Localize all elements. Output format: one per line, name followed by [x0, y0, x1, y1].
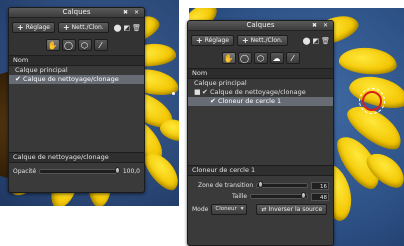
opacity-knob[interactable]	[114, 167, 120, 174]
plus-icon: +	[17, 22, 24, 32]
footer-title: Cloneur de cercle 1	[188, 165, 333, 176]
adjust-label: Réglage	[25, 24, 50, 31]
layer-label: Calque principal	[194, 79, 247, 87]
layer-toolbar: + Réglage + Nett./Clon. ⬤ ◩ 🗑	[9, 18, 144, 37]
lasso-icon[interactable]: ☁	[269, 52, 284, 64]
plus-icon: +	[241, 35, 249, 45]
checkbox-icon[interactable]: ✔	[15, 75, 23, 84]
swap-icon: ⇄	[261, 206, 267, 213]
clone-target-circle[interactable]	[362, 91, 382, 111]
size-knob[interactable]	[301, 192, 307, 199]
chevron-down-icon: ▾	[240, 206, 244, 212]
size-slider[interactable]	[250, 192, 308, 199]
layer-row-clone[interactable]: ✔ Calque de nettoyage/clonage	[9, 75, 144, 84]
circle-icon[interactable]: ◯	[237, 52, 252, 64]
opacity-row: Opacité 100,0	[9, 166, 144, 177]
panel-titlebar[interactable]: Calques ✖ ✕	[9, 8, 144, 18]
layer-row-clone[interactable]: ■✔ Calque de nettoyage/clonage	[188, 88, 333, 97]
layers-panel-left: Calques ✖ ✕ + Réglage + Nett./Clon. ⬤ ◩ 🗑 …	[8, 7, 145, 193]
size-row: Taille 48	[188, 191, 333, 202]
layer-toolbar: + Réglage + Nett./Clon. ⬤ ◩ 🗑	[188, 31, 333, 50]
swap-label: Inverser la source	[268, 206, 323, 213]
panel-titlebar[interactable]: Calques ✖ ✕	[188, 21, 333, 31]
add-adjustment-button[interactable]: + Réglage	[191, 35, 234, 46]
layer-label: Calque principal	[15, 66, 68, 74]
circle-icon[interactable]: ◯	[61, 39, 76, 51]
selection-tools: ✋ ◯ ⬡ ☁ ⁄	[188, 50, 333, 68]
mask-tools: ⬤ ◩ 🗑	[114, 24, 141, 32]
window-controls-icon[interactable]: ✖ ✕	[123, 8, 141, 17]
hand-icon[interactable]: ✋	[45, 39, 60, 51]
opacity-slider[interactable]	[39, 167, 120, 174]
mask-tools: ⬤ ◩ 🗑	[303, 37, 330, 45]
add-adjustment-button[interactable]: + Réglage	[12, 22, 55, 33]
mask-icon[interactable]: ⬤	[303, 37, 311, 45]
layer-row-main[interactable]: Calque principal	[188, 79, 333, 88]
opacity-value[interactable]: 100,0	[123, 168, 140, 175]
panel-title: Calques	[62, 8, 91, 16]
polygon-icon[interactable]: ⬡	[253, 52, 268, 64]
square-icon[interactable]: ■	[194, 88, 202, 97]
layer-list: Calque principal ■✔ Calque de nettoyage/c…	[188, 79, 333, 165]
footer-title: Calque de nettoyage/clonage	[9, 152, 144, 163]
swap-source-button[interactable]: ⇄ Inverser la source	[256, 204, 328, 215]
layer-label: Cloneur de cercle 1	[218, 97, 282, 105]
size-label: Taille	[232, 193, 248, 200]
transition-slider[interactable]	[256, 181, 308, 188]
window-controls-icon[interactable]: ✖ ✕	[312, 21, 330, 30]
mode-select[interactable]: Cloneur ▾	[211, 204, 248, 215]
panel-title: Calques	[246, 21, 275, 29]
layer-list: Calque principal ✔ Calque de nettoyage/cl…	[9, 66, 144, 152]
plus-icon: +	[196, 35, 203, 45]
hand-icon[interactable]: ✋	[221, 52, 236, 64]
mode-label: Mode	[192, 206, 209, 213]
trash-icon[interactable]: 🗑	[321, 37, 330, 45]
checkbox-icon[interactable]: ✔	[210, 97, 218, 106]
plus-icon: +	[62, 22, 70, 32]
add-clone-button[interactable]: + Nett./Clon.	[236, 35, 288, 46]
clone-label: Nett./Clon.	[71, 24, 104, 31]
layer-row-main[interactable]: Calque principal	[9, 66, 144, 75]
transition-row: Zone de transition 16	[188, 180, 333, 191]
transition-label: Zone de transition	[198, 182, 254, 189]
layers-panel-right: Calques ✖ ✕ + Réglage + Nett./Clon. ⬤ ◩ 🗑 …	[187, 20, 334, 246]
brush-icon[interactable]: ⁄	[285, 52, 300, 64]
checkbox-icon[interactable]: ✔	[202, 88, 210, 97]
list-header: Nom	[9, 55, 144, 66]
layer-label: Calque de nettoyage/clonage	[210, 88, 306, 96]
sunflower-petal	[337, 45, 399, 77]
transition-knob[interactable]	[258, 181, 264, 188]
mask-icon[interactable]: ⬤	[114, 24, 122, 32]
clone-label: Nett./Clon.	[250, 37, 283, 44]
size-value[interactable]: 48	[311, 192, 329, 201]
list-header: Nom	[188, 68, 333, 79]
layer-row-circle[interactable]: ✔ Cloneur de cercle 1	[188, 97, 333, 106]
add-clone-button[interactable]: + Nett./Clon.	[57, 22, 109, 33]
transition-value[interactable]: 16	[311, 181, 329, 190]
mode-value: Cloneur	[215, 206, 237, 212]
trash-icon[interactable]: 🗑	[132, 24, 141, 32]
selection-tools: ✋ ◯ ⬡ ⁄	[9, 37, 144, 55]
layer-label: Calque de nettoyage/clonage	[23, 75, 119, 83]
polygon-icon[interactable]: ⬡	[77, 39, 92, 51]
gradient-mask-icon[interactable]: ◩	[312, 37, 319, 45]
gradient-mask-icon[interactable]: ◩	[123, 24, 130, 32]
brush-icon[interactable]: ⁄	[93, 39, 108, 51]
cursor-dot	[172, 92, 175, 95]
adjust-label: Réglage	[204, 37, 229, 44]
mode-row: Mode Cloneur ▾ ⇄ Inverser la source	[188, 202, 333, 217]
opacity-label: Opacité	[13, 168, 37, 175]
